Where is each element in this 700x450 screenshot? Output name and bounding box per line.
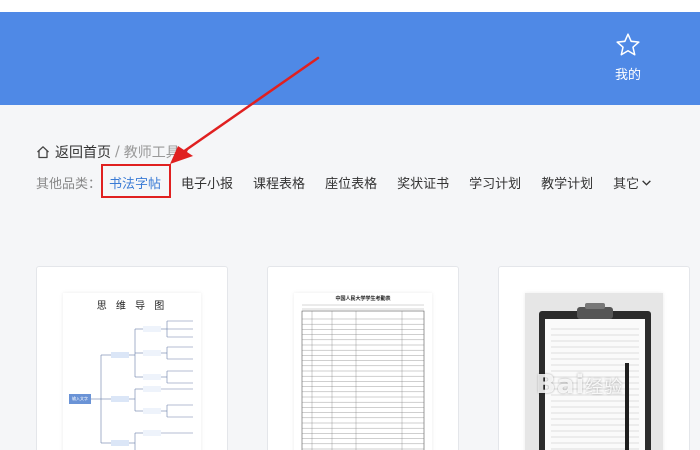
attendance-table-grid: [301, 304, 425, 450]
category-bar: 其他品类： 书法字帖 电子小报 课程表格 座位表格 奖状证书 学习计划 教学计划…: [36, 163, 672, 198]
category-item-certificate[interactable]: 奖状证书: [397, 173, 449, 192]
mindmap-root-node: 输入文字: [72, 396, 88, 401]
header-bar: 我的: [0, 12, 700, 105]
category-item-seating-chart[interactable]: 座位表格: [325, 173, 377, 192]
top-strip: [0, 0, 700, 12]
chevron-down-icon: [642, 179, 651, 186]
template-card-attendance[interactable]: 中国人民大学学生考勤表: [267, 266, 459, 450]
watermark-brand: Bai: [536, 370, 586, 400]
category-label: 其他品类：: [36, 176, 102, 192]
home-link[interactable]: 返回首页: [55, 142, 111, 162]
category-item-teaching-plan[interactable]: 教学计划: [541, 173, 593, 192]
watermark-suffix: 经验: [585, 377, 624, 398]
category-more-label: 其它: [613, 176, 640, 192]
category-more-dropdown[interactable]: 其它: [613, 173, 652, 192]
mine-label: 我的: [614, 68, 641, 83]
attendance-thumbnail: 中国人民大学学生考勤表: [294, 293, 432, 450]
breadcrumb: 返回首页 / 教师工具: [36, 142, 180, 162]
category-item-e-newspaper[interactable]: 电子小报: [181, 173, 233, 192]
mindmap-diagram: [69, 320, 193, 450]
category-item-study-plan[interactable]: 学习计划: [469, 173, 521, 192]
category-item-calligraphy[interactable]: 书法字帖: [101, 163, 172, 198]
category-item-timetable[interactable]: 课程表格: [253, 173, 305, 192]
home-icon[interactable]: [36, 145, 50, 159]
breadcrumb-separator: /: [115, 144, 120, 160]
breadcrumb-current[interactable]: 教师工具: [124, 142, 180, 162]
template-card-mindmap[interactable]: 思 维 导 图 输入文字: [36, 266, 228, 450]
star-icon: [616, 33, 640, 56]
template-card-clipboard[interactable]: [498, 266, 690, 450]
mine-button[interactable]: 我的: [604, 32, 652, 83]
baidu-watermark: Bai经验: [536, 370, 623, 400]
mindmap-thumbnail: 思 维 导 图 输入文字: [63, 293, 201, 450]
